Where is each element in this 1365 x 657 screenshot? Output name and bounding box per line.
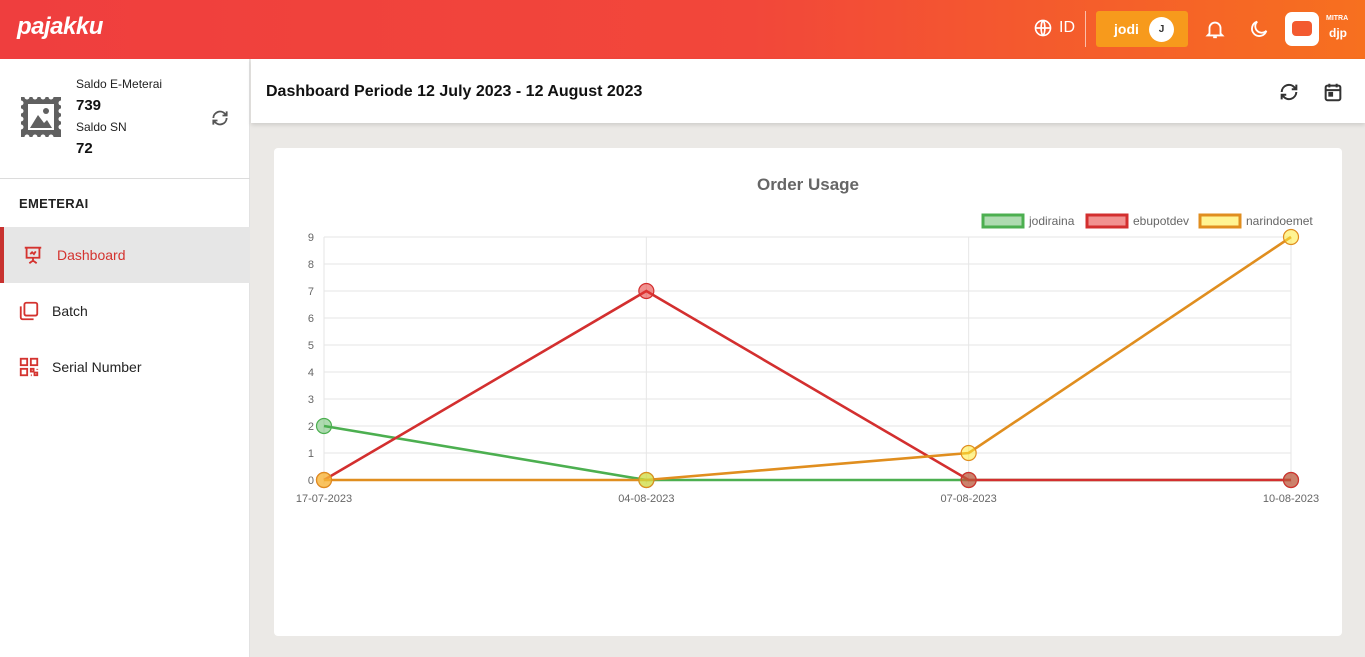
legend-swatch-narindoemet (1198, 213, 1242, 229)
saldo-emeterai-value: 739 (76, 97, 102, 114)
data-point-jodiraina (315, 417, 333, 435)
saldo-panel: Saldo E-Meterai 739 Saldo SN 72 (0, 59, 250, 179)
data-point-ebupotdev (1282, 471, 1300, 489)
sidebar: Saldo E-Meterai 739 Saldo SN 72 EMETERAI… (0, 59, 250, 657)
sidebar-item-serial-number[interactable]: Serial Number (0, 339, 250, 395)
saldo-sn-label: Saldo SN (76, 120, 127, 134)
data-point-narindoemet (315, 471, 333, 489)
legend-label-narindoemet: narindoemet (1246, 214, 1313, 228)
data-point-narindoemet (960, 444, 977, 462)
series-line-ebupotdev (323, 289, 1291, 482)
x-tick-label: 17-07-2023 (296, 493, 352, 505)
x-tick-label: 07-08-2023 (941, 493, 997, 505)
divider (1085, 11, 1086, 47)
order-usage-chart: Order Usage 0 1 2 3 4 5 6 7 8 9 17-07-2023 04-08-202… (296, 175, 1319, 505)
sidebar-item-label: Dashboard (57, 247, 126, 263)
globe-icon (1034, 19, 1052, 37)
y-tick-label: 0 (308, 475, 314, 487)
bell-icon[interactable] (1204, 18, 1226, 40)
y-tick-label: 8 (308, 259, 314, 271)
legend-label-jodiraina: jodiraina (1028, 214, 1075, 228)
page-title: Dashboard Periode 12 July 2023 - 12 Augu… (266, 83, 643, 100)
saldo-emeterai-label: Saldo E-Meterai (76, 77, 163, 91)
y-tick-label: 7 (308, 286, 314, 298)
user-name: jodi (1114, 21, 1139, 37)
mitra-label: MITRA (1326, 15, 1349, 22)
sidebar-item-label: Serial Number (52, 359, 142, 375)
sidebar-item-label: Batch (52, 303, 88, 319)
saldo-sn-value: 72 (76, 140, 93, 157)
series-line-narindoemet (324, 235, 1292, 482)
y-tick-label: 5 (308, 340, 314, 352)
y-tick-label: 9 (308, 232, 314, 244)
copy-icon (19, 301, 39, 321)
avatar: J (1149, 17, 1174, 42)
x-tick-label: 10-08-2023 (1263, 493, 1319, 505)
calendar-icon[interactable] (1322, 81, 1344, 103)
chart-title: Order Usage (757, 175, 859, 194)
sidebar-item-dashboard[interactable]: Dashboard (0, 227, 250, 283)
y-tick-label: 6 (308, 313, 314, 325)
page-header: Dashboard Periode 12 July 2023 - 12 Augu… (251, 59, 1365, 123)
order-usage-card: Order Usage 0 1 2 3 4 5 6 7 8 9 17-07-2023 04-08-202… (274, 148, 1342, 636)
legend-label-ebupotdev: ebupotdev (1133, 214, 1189, 228)
refresh-icon[interactable] (1278, 81, 1300, 103)
data-point-ebupotdev (960, 471, 977, 489)
mitra-brand: djp (1329, 26, 1347, 40)
qr-code-icon (19, 357, 39, 377)
mitra-djp-logo: MITRA djp (1285, 12, 1355, 48)
y-tick-label: 3 (308, 394, 314, 406)
legend-swatch-jodiraina (981, 213, 1025, 229)
y-tick-label: 1 (308, 448, 314, 460)
data-point-narindoemet (638, 471, 655, 489)
legend-swatch-ebupotdev (1085, 213, 1129, 229)
data-point-narindoemet (1282, 228, 1300, 246)
language-switcher[interactable]: ID (1033, 18, 1075, 38)
data-point-ebupotdev (638, 282, 655, 300)
sidebar-item-batch[interactable]: Batch (0, 283, 250, 339)
user-menu-button[interactable]: jodi J (1096, 11, 1188, 47)
y-tick-label: 4 (308, 367, 314, 379)
dark-mode-icon[interactable] (1248, 18, 1270, 40)
language-label: ID (1059, 19, 1075, 36)
x-tick-label: 04-08-2023 (618, 493, 674, 505)
top-bar: pajakku ID jodi J MITRA djp (0, 0, 1365, 59)
y-tick-label: 2 (308, 421, 314, 433)
presentation-icon (24, 246, 42, 264)
refresh-saldo-icon[interactable] (210, 108, 230, 128)
stamp-icon (19, 95, 63, 139)
app-logo[interactable]: pajakku (17, 13, 103, 41)
section-title: EMETERAI (19, 196, 89, 211)
